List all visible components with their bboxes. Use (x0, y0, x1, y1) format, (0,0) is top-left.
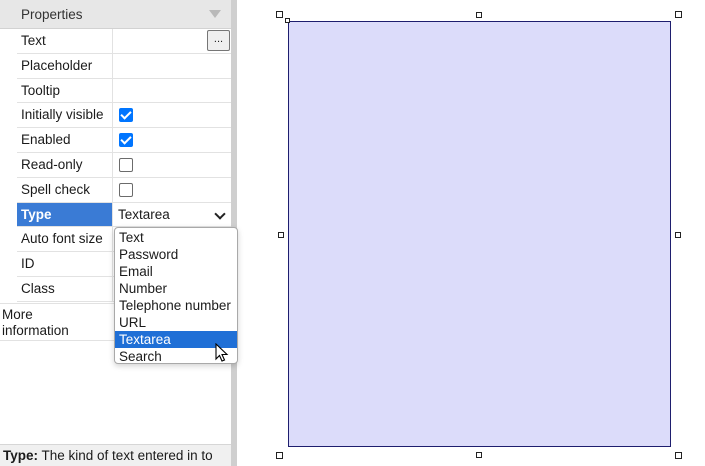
collapse-triangle-icon[interactable] (209, 10, 221, 18)
property-label: Enabled (17, 128, 113, 152)
initially-visible-checkbox[interactable] (119, 108, 133, 123)
property-label: Read-only (17, 152, 113, 177)
type-select-value: Textarea (118, 206, 170, 222)
spell-check-cell (113, 178, 231, 202)
help-description: The kind of text entered in to (38, 448, 213, 463)
more-information-label: More information (2, 307, 69, 338)
selected-textarea-shape[interactable] (288, 21, 671, 447)
property-row-read-only: Read-only (17, 152, 231, 178)
spell-check-checkbox[interactable] (119, 182, 133, 197)
help-term: Type: (3, 448, 39, 463)
property-label: Auto font size (17, 227, 113, 252)
properties-header[interactable]: Properties (0, 0, 231, 29)
property-label: Class (17, 276, 113, 301)
chevron-down-icon (214, 207, 226, 220)
enabled-cell (113, 128, 231, 152)
property-row-spell-check: Spell check (17, 177, 231, 203)
type-select[interactable]: Textarea (113, 203, 231, 227)
anchor-point[interactable] (285, 18, 290, 23)
property-row-text: Text ... (17, 29, 231, 54)
properties-title: Properties (21, 7, 83, 22)
property-label: Tooltip (17, 78, 113, 103)
dropdown-option-password[interactable]: Password (115, 246, 237, 263)
resize-handle-top[interactable] (476, 12, 482, 18)
resize-handle-bottom-left[interactable] (276, 452, 283, 459)
initially-visible-cell (113, 103, 231, 127)
help-text: Type: The kind of text entered in to (0, 444, 231, 466)
dropdown-option-email[interactable]: Email (115, 263, 237, 280)
property-row-enabled: Enabled (17, 128, 231, 153)
property-label: Type (17, 202, 113, 227)
tooltip-value-cell[interactable] (113, 79, 231, 103)
placeholder-value-cell[interactable] (113, 54, 231, 78)
mouse-pointer-icon (215, 343, 229, 362)
resize-handle-bottom-right[interactable] (675, 452, 682, 459)
property-row-tooltip: Tooltip (17, 78, 231, 104)
dropdown-option-number[interactable]: Number (115, 280, 237, 297)
resize-handle-left[interactable] (278, 232, 284, 238)
property-row-placeholder: Placeholder (17, 53, 231, 79)
enabled-checkbox[interactable] (119, 133, 133, 148)
resize-handle-bottom[interactable] (476, 452, 482, 458)
property-label: ID (17, 252, 113, 276)
property-label: Placeholder (17, 53, 113, 78)
property-row-type: Type Textarea (17, 202, 231, 228)
dropdown-option-text[interactable]: Text (115, 229, 237, 246)
property-label: Text (17, 29, 113, 53)
edit-text-button[interactable]: ... (207, 30, 230, 51)
dropdown-option-url[interactable]: URL (115, 314, 237, 331)
read-only-cell (113, 153, 231, 177)
read-only-checkbox[interactable] (119, 157, 133, 172)
resize-handle-top-right[interactable] (675, 11, 682, 18)
dropdown-option-telephone-number[interactable]: Telephone number (115, 297, 237, 314)
property-row-initially-visible: Initially visible (17, 103, 231, 129)
property-label: Spell check (17, 177, 113, 202)
resize-handle-right[interactable] (675, 232, 681, 238)
property-label: Initially visible (17, 103, 113, 128)
text-value-cell[interactable]: ... (113, 29, 231, 53)
resize-handle-top-left[interactable] (276, 11, 283, 18)
